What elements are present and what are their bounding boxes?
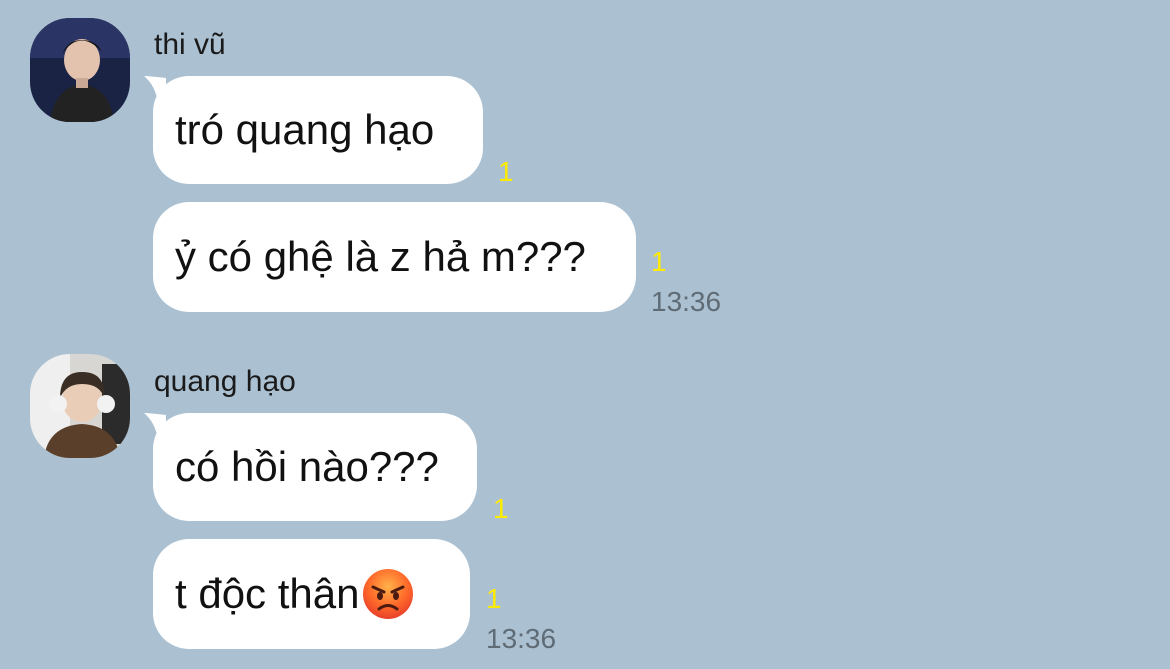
unread-count: 1 xyxy=(493,493,509,524)
message-time: 13:36 xyxy=(651,286,722,317)
message-bubble[interactable]: t độc thân xyxy=(153,539,470,649)
unread-count: 1 xyxy=(651,246,667,277)
angry-face-emoji-icon xyxy=(363,569,414,619)
message-bubble[interactable]: tró quang hạo xyxy=(153,76,483,184)
sender-name: quang hạo xyxy=(154,365,296,398)
message-bubble[interactable]: có hồi nào??? xyxy=(153,413,477,521)
message-time: 13:36 xyxy=(486,623,557,654)
sender-name: thi vũ xyxy=(154,28,226,61)
avatar-photo-icon xyxy=(30,18,130,122)
message-bubble[interactable]: ỷ có ghệ là z hả m??? xyxy=(153,202,636,312)
unread-count: 1 xyxy=(486,583,502,614)
unread-count: 1 xyxy=(498,156,514,187)
avatar-quang-hao[interactable] xyxy=(30,354,130,458)
avatar-thi-vu[interactable] xyxy=(30,18,130,122)
message-text: t độc thân xyxy=(175,570,360,617)
message-text: tró quang hạo xyxy=(175,106,435,153)
message-text: có hồi nào??? xyxy=(175,443,439,490)
message-text: ỷ có ghệ là z hả m??? xyxy=(175,233,586,280)
avatar-photo-icon xyxy=(30,354,130,458)
